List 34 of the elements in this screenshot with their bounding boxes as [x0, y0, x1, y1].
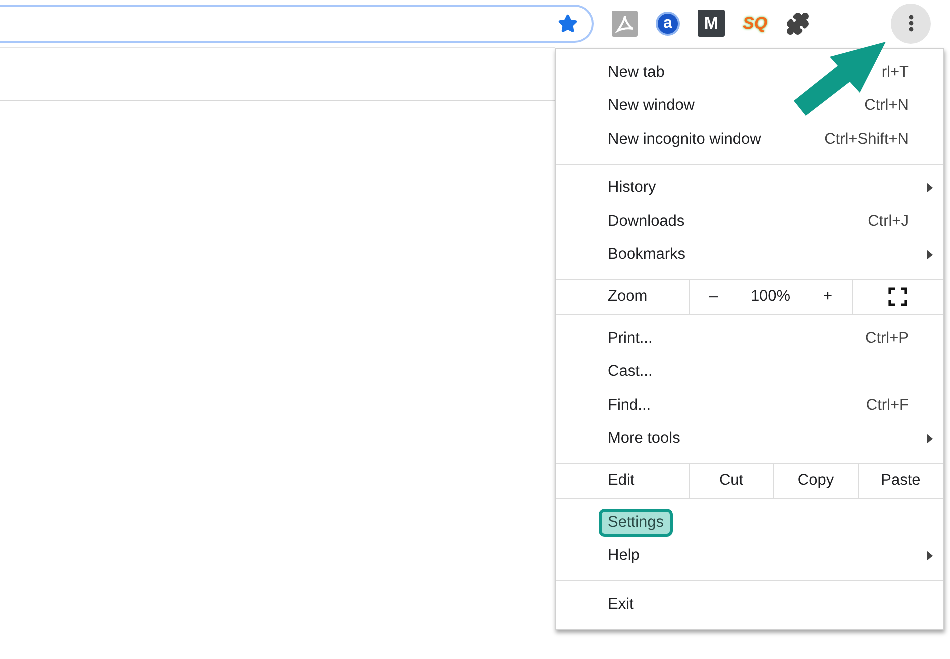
extensions-icon[interactable] [786, 12, 810, 36]
extension-icon[interactable]: a [656, 12, 680, 36]
zoom-value: 100% [750, 288, 791, 306]
edit-action-button[interactable]: Cut [690, 464, 774, 498]
menu-item[interactable]: New tab rl+T [556, 56, 943, 90]
menu-item[interactable]: New incognito window Ctrl+Shift+N [556, 123, 943, 156]
menu-item[interactable]: History [556, 172, 943, 205]
menu-item[interactable]: Exit [556, 588, 943, 622]
menu-item[interactable]: More tools [556, 422, 943, 456]
edit-action-button[interactable]: Copy [774, 464, 859, 498]
shortcut-text: Ctrl+Shift+N [824, 130, 909, 149]
shortcut-text: Ctrl+J [868, 212, 909, 231]
shortcut-text: Ctrl+P [866, 330, 909, 348]
zoom-out-button[interactable]: – [703, 286, 724, 308]
edit-action-button[interactable]: Paste [859, 464, 943, 498]
zoom-in-button[interactable]: + [817, 286, 839, 308]
menu-button[interactable] [891, 4, 931, 44]
shortcut-text: Ctrl+N [864, 97, 909, 116]
menu-item[interactable]: Settings [556, 506, 943, 540]
bookmark-star-icon[interactable] [558, 14, 578, 34]
menu-item[interactable]: New window Ctrl+N [556, 90, 943, 123]
fullscreen-icon[interactable] [888, 287, 908, 307]
extension-icon[interactable]: M [698, 10, 725, 37]
shortcut-text: Ctrl+F [866, 396, 909, 415]
shortcut-text: rl+T [882, 64, 909, 82]
zoom-label: Zoom [556, 280, 690, 314]
menu-item[interactable]: Bookmarks [556, 238, 943, 272]
menu-item[interactable]: Print... Ctrl+P [556, 322, 943, 356]
menu-item[interactable]: Downloads Ctrl+J [556, 205, 943, 238]
menu-item[interactable]: Cast... [556, 356, 943, 389]
menu-item[interactable]: Find... Ctrl+F [556, 389, 943, 422]
menu-item[interactable]: Help [556, 540, 943, 573]
edit-label: Edit [556, 464, 690, 498]
menu-icon [908, 15, 914, 32]
